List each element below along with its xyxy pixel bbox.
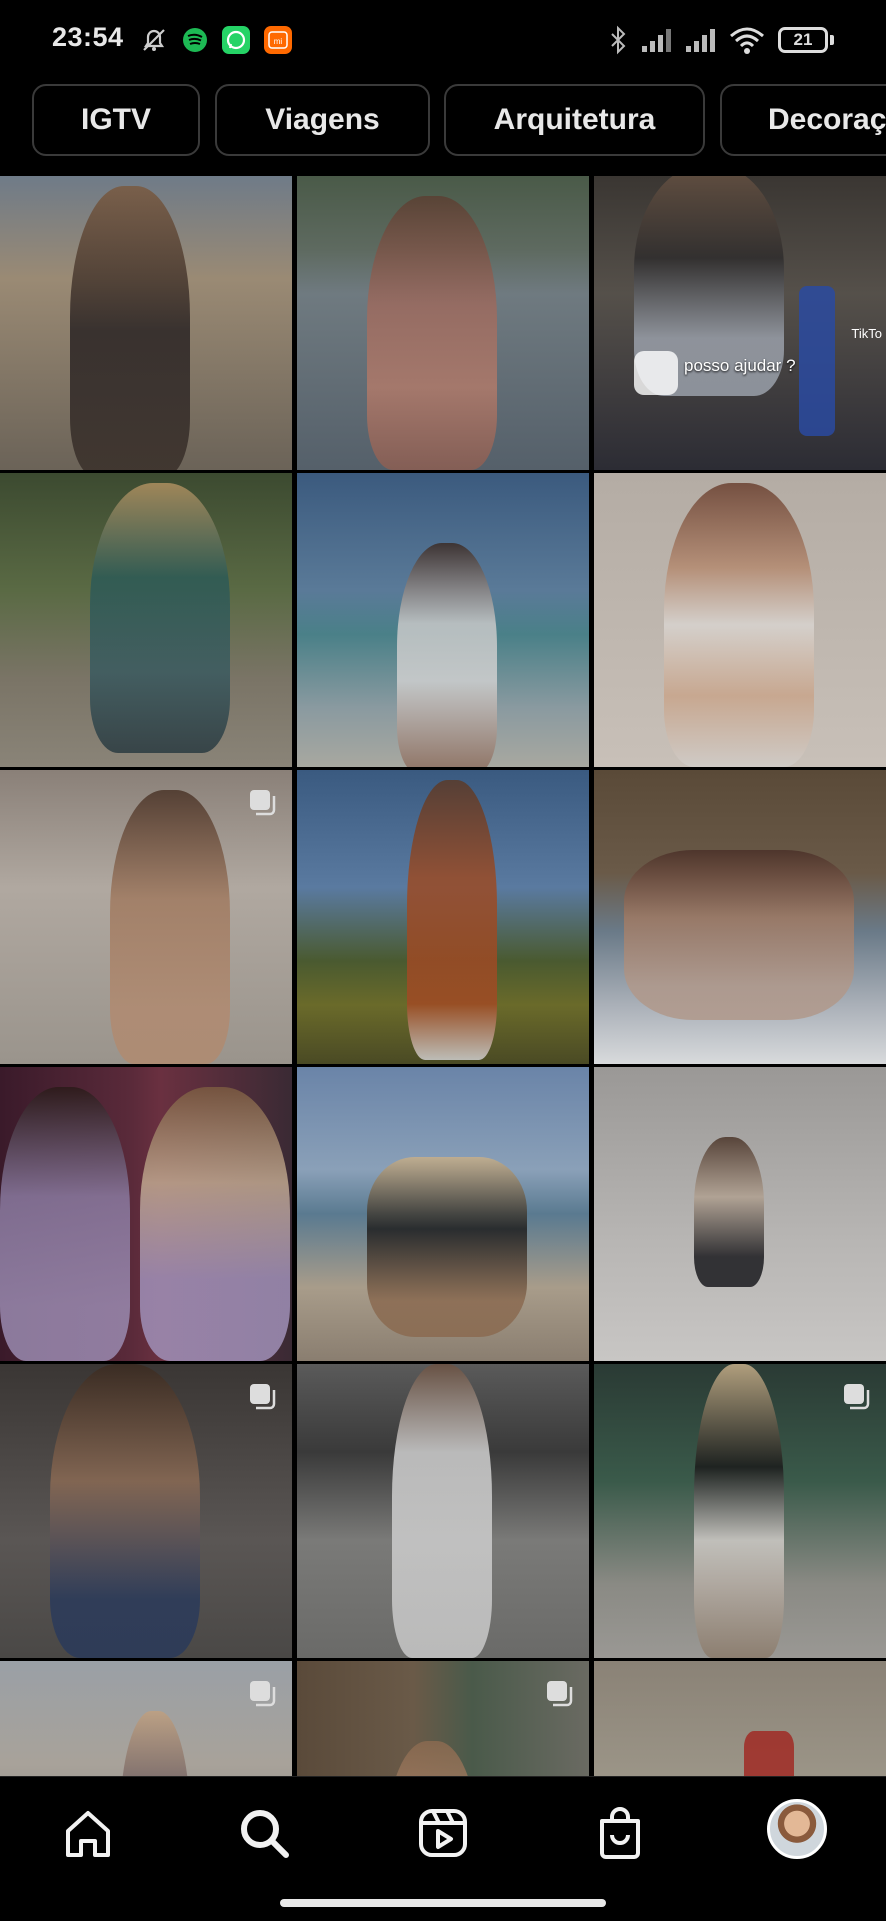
tiktok-watermark: TikTo bbox=[851, 326, 882, 341]
grid-post[interactable] bbox=[297, 473, 589, 767]
grid-post[interactable] bbox=[0, 1364, 292, 1658]
grid-post[interactable] bbox=[297, 1067, 589, 1361]
multiple-posts-icon bbox=[844, 1384, 870, 1410]
profile-avatar[interactable] bbox=[767, 1799, 827, 1859]
grid-post-reel[interactable]: posso ajudar ? TikTo bbox=[594, 176, 886, 470]
category-igtv[interactable]: IGTV bbox=[32, 84, 200, 156]
shop-icon[interactable] bbox=[590, 1803, 650, 1863]
mi-icon: mi bbox=[264, 26, 292, 54]
grid-post[interactable] bbox=[0, 176, 292, 470]
category-decoracao[interactable]: Decoraç bbox=[720, 84, 886, 156]
category-viagens[interactable]: Viagens bbox=[215, 84, 430, 156]
category-label: Arquitetura bbox=[493, 103, 656, 136]
spotify-icon bbox=[183, 28, 207, 52]
multiple-posts-icon bbox=[250, 1384, 276, 1410]
grid-post[interactable] bbox=[297, 770, 589, 1064]
multiple-posts-icon bbox=[250, 790, 276, 816]
battery-tip bbox=[830, 35, 834, 45]
whatsapp-icon bbox=[222, 26, 250, 54]
grid-post[interactable] bbox=[297, 1364, 589, 1658]
grid-post[interactable] bbox=[594, 1067, 886, 1361]
grid-post[interactable] bbox=[0, 473, 292, 767]
battery-level: 21 bbox=[793, 30, 813, 49]
category-label: Decoraç bbox=[768, 103, 886, 136]
category-label: IGTV bbox=[80, 103, 151, 136]
category-bar: IGTV Viagens Arquitetura Decoraç bbox=[0, 82, 886, 162]
home-indicator bbox=[280, 1899, 606, 1907]
grid-post[interactable] bbox=[297, 176, 589, 470]
grid-post[interactable] bbox=[594, 1364, 886, 1658]
grid-post[interactable] bbox=[594, 1661, 886, 1776]
svg-text:mi: mi bbox=[274, 37, 283, 46]
grid-post[interactable] bbox=[297, 1661, 589, 1776]
grid-post[interactable] bbox=[0, 1661, 292, 1776]
signal-icon bbox=[642, 29, 671, 52]
grid-post[interactable] bbox=[0, 770, 292, 1064]
mute-bell-icon bbox=[143, 29, 165, 51]
home-icon[interactable] bbox=[58, 1803, 118, 1863]
status-bar: 23:54 mi 21 bbox=[0, 0, 886, 80]
multiple-posts-icon bbox=[547, 1681, 573, 1707]
battery-icon: 21 bbox=[778, 27, 828, 53]
reel-caption: posso ajudar ? bbox=[684, 356, 796, 375]
reel-thumbnail-icon bbox=[634, 351, 678, 395]
reels-icon[interactable] bbox=[413, 1803, 473, 1863]
status-time: 23:54 bbox=[52, 22, 124, 52]
bluetooth-icon bbox=[611, 25, 626, 55]
grid-post[interactable] bbox=[0, 1067, 292, 1361]
category-label: Viagens bbox=[265, 103, 380, 136]
multiple-posts-icon bbox=[250, 1681, 276, 1707]
explore-grid: posso ajudar ? TikTo bbox=[0, 176, 886, 1776]
signal-icon bbox=[686, 29, 715, 52]
grid-post[interactable] bbox=[594, 473, 886, 767]
search-icon[interactable] bbox=[234, 1803, 294, 1863]
wifi-icon bbox=[730, 27, 764, 54]
grid-post[interactable] bbox=[594, 770, 886, 1064]
category-arquitetura[interactable]: Arquitetura bbox=[444, 84, 705, 156]
